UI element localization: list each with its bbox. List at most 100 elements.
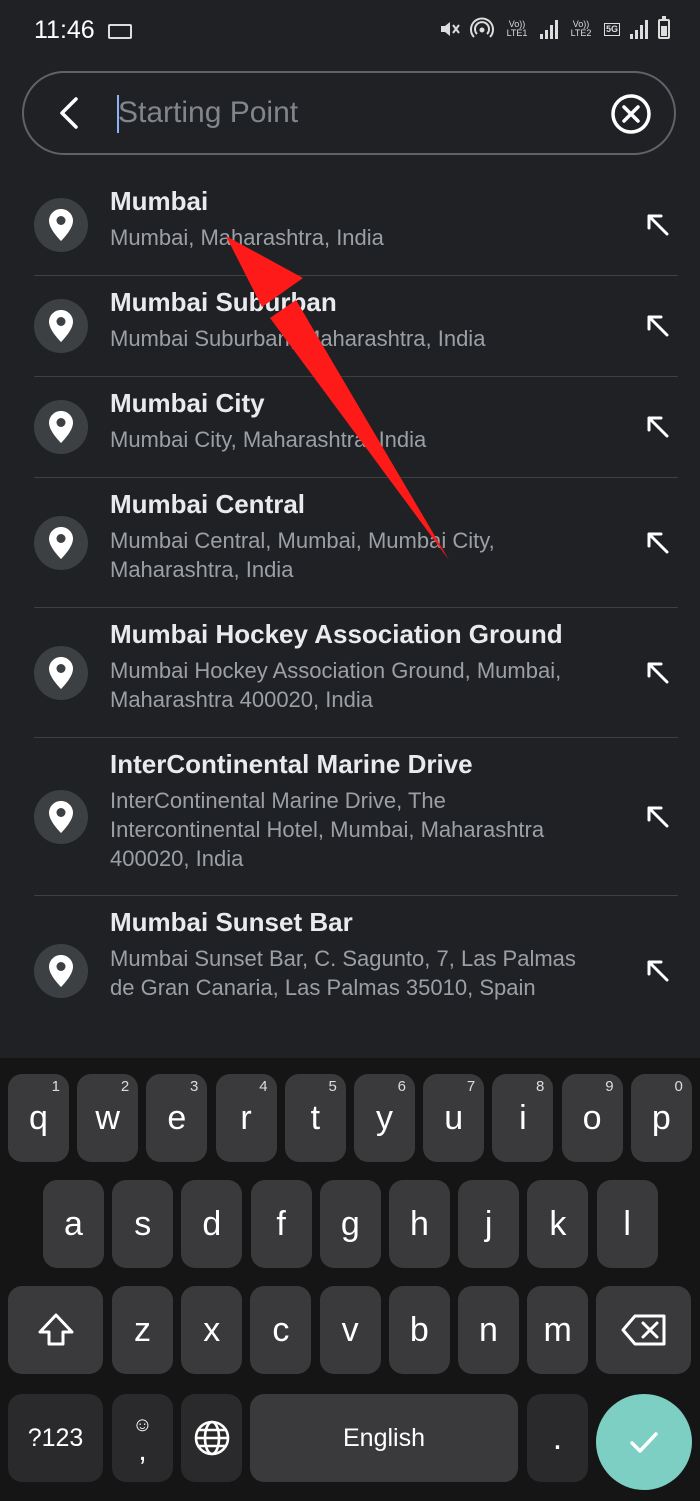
status-bar: 11:46 Vo)) LTE1 Vo)) LTE2 5G [0, 0, 700, 58]
key-x[interactable]: x [181, 1286, 243, 1374]
period-key[interactable]: . [527, 1394, 588, 1482]
key-number-hint: 5 [328, 1078, 337, 1095]
key-i[interactable]: i8 [492, 1074, 554, 1162]
key-label: English [343, 1423, 425, 1452]
key-number-hint: 0 [674, 1078, 683, 1095]
comma-label: , [138, 1434, 147, 1467]
key-m[interactable]: m [527, 1286, 589, 1374]
key-r[interactable]: r4 [215, 1074, 277, 1162]
key-label: k [549, 1204, 567, 1243]
key-h[interactable]: h [389, 1180, 450, 1268]
shift-icon [38, 1313, 73, 1346]
key-y[interactable]: y6 [354, 1074, 415, 1162]
key-label: f [276, 1204, 286, 1243]
key-n[interactable]: n [458, 1286, 519, 1374]
fill-query-icon[interactable] [638, 797, 678, 837]
result-item[interactable]: Mumbai Sunset Bar Mumbai Sunset Bar, C. S… [34, 896, 678, 1046]
key-label: u [444, 1098, 464, 1137]
key-number-hint: 9 [605, 1078, 614, 1095]
key-g[interactable]: g [319, 1180, 381, 1268]
result-item[interactable]: Mumbai Suburban Mumbai Suburban, Maharash… [34, 276, 678, 377]
key-t[interactable]: t5 [284, 1074, 346, 1162]
signal2-icon [630, 19, 648, 39]
key-label: j [484, 1204, 493, 1243]
key-label: z [134, 1310, 151, 1349]
keyboard: q 1 w 2 e 3 r 4 t 5 y 6 u 7 i 8 o 9 p 0 a s d f g h j k l z x c v b n m ?123… [0, 1058, 700, 1501]
location-pin-icon [34, 515, 88, 570]
result-subtitle: Mumbai City, Maharashtra, India [110, 427, 427, 452]
key-w[interactable]: w2 [77, 1074, 139, 1162]
back-button[interactable] [52, 95, 88, 131]
key-label: i [519, 1098, 527, 1137]
key-label: e [167, 1098, 187, 1137]
text-cursor [117, 95, 119, 133]
check-icon [630, 1432, 658, 1453]
result-subtitle: InterContinental Marine Drive, The Inter… [110, 788, 545, 871]
fill-query-icon[interactable] [638, 306, 678, 346]
key-label: q [29, 1098, 48, 1137]
key-p[interactable]: p0 [630, 1074, 692, 1162]
result-title: Mumbai Hockey Association Ground [110, 619, 563, 649]
key-e[interactable]: e3 [146, 1074, 208, 1162]
key-number-hint: 7 [466, 1078, 476, 1095]
key-label: h [410, 1204, 429, 1243]
result-item[interactable]: Mumbai Mumbai, Maharashtra, India [34, 175, 678, 276]
key-c[interactable]: c [250, 1286, 312, 1374]
key-k[interactable]: k [527, 1180, 589, 1268]
key-label: d [202, 1204, 222, 1243]
clear-button[interactable] [610, 93, 652, 135]
key-label: a [64, 1204, 83, 1243]
key-number-hint: 3 [190, 1078, 199, 1095]
lte1-label: Vo)) LTE1 [506, 19, 528, 38]
fill-query-icon[interactable] [638, 951, 678, 991]
fill-query-icon[interactable] [638, 653, 678, 693]
result-item[interactable]: Mumbai City Mumbai City, Maharashtra, Ind… [34, 377, 678, 478]
key-l[interactable]: l [596, 1180, 658, 1268]
key-s[interactable]: s [112, 1180, 174, 1268]
key-f[interactable]: f [250, 1180, 312, 1268]
result-title: InterContinental Marine Drive [110, 749, 473, 779]
result-subtitle: Mumbai Sunset Bar, C. Sagunto, 7, Las Pa… [110, 946, 576, 1000]
language-key[interactable] [181, 1394, 242, 1482]
key-b[interactable]: b [388, 1286, 450, 1374]
emoji-comma-key[interactable]: ☺, [112, 1394, 173, 1482]
shift-key[interactable] [8, 1286, 103, 1374]
key-o[interactable]: o9 [561, 1074, 623, 1162]
key-z[interactable]: z [112, 1286, 173, 1374]
backspace-key[interactable] [596, 1286, 691, 1374]
key-d[interactable]: d [181, 1180, 243, 1268]
key-number-hint: 1 [51, 1078, 60, 1095]
result-title: Mumbai [110, 186, 209, 216]
key-number-hint: 6 [397, 1078, 406, 1095]
key-q[interactable]: q1 [8, 1074, 69, 1162]
result-title: Mumbai Central [110, 489, 306, 519]
fill-query-icon[interactable] [638, 523, 678, 563]
mute-icon [440, 22, 460, 36]
space-key[interactable]: English [250, 1394, 518, 1482]
hotspot-icon [469, 17, 494, 38]
result-item[interactable]: Mumbai Central Mumbai Central, Mumbai, Mu… [34, 478, 678, 608]
battery-icon [658, 16, 670, 39]
search-input[interactable] [118, 93, 598, 133]
key-number-hint: 2 [120, 1078, 130, 1095]
fill-query-icon[interactable] [638, 205, 678, 245]
key-label: v [341, 1310, 359, 1349]
fill-query-icon[interactable] [638, 407, 678, 447]
result-title: Mumbai City [110, 388, 265, 418]
key-u[interactable]: u7 [423, 1074, 485, 1162]
result-item[interactable]: InterContinental Marine Drive InterContin… [34, 738, 678, 896]
symbols-key[interactable]: ?123 [8, 1394, 103, 1482]
result-title: Mumbai Sunset Bar [110, 907, 353, 937]
key-label: ?123 [27, 1423, 84, 1452]
key-label: . [552, 1418, 563, 1457]
key-j[interactable]: j [458, 1180, 520, 1268]
key-label: x [203, 1310, 221, 1349]
key-label: n [479, 1310, 498, 1349]
location-pin-icon [34, 645, 88, 700]
enter-button[interactable] [596, 1394, 692, 1490]
key-label: p [651, 1098, 671, 1137]
result-item[interactable]: Mumbai Hockey Association Ground Mumbai H… [34, 608, 678, 738]
5g-badge: 5G [603, 22, 620, 36]
key-a[interactable]: a [43, 1180, 104, 1268]
key-v[interactable]: v [319, 1286, 381, 1374]
